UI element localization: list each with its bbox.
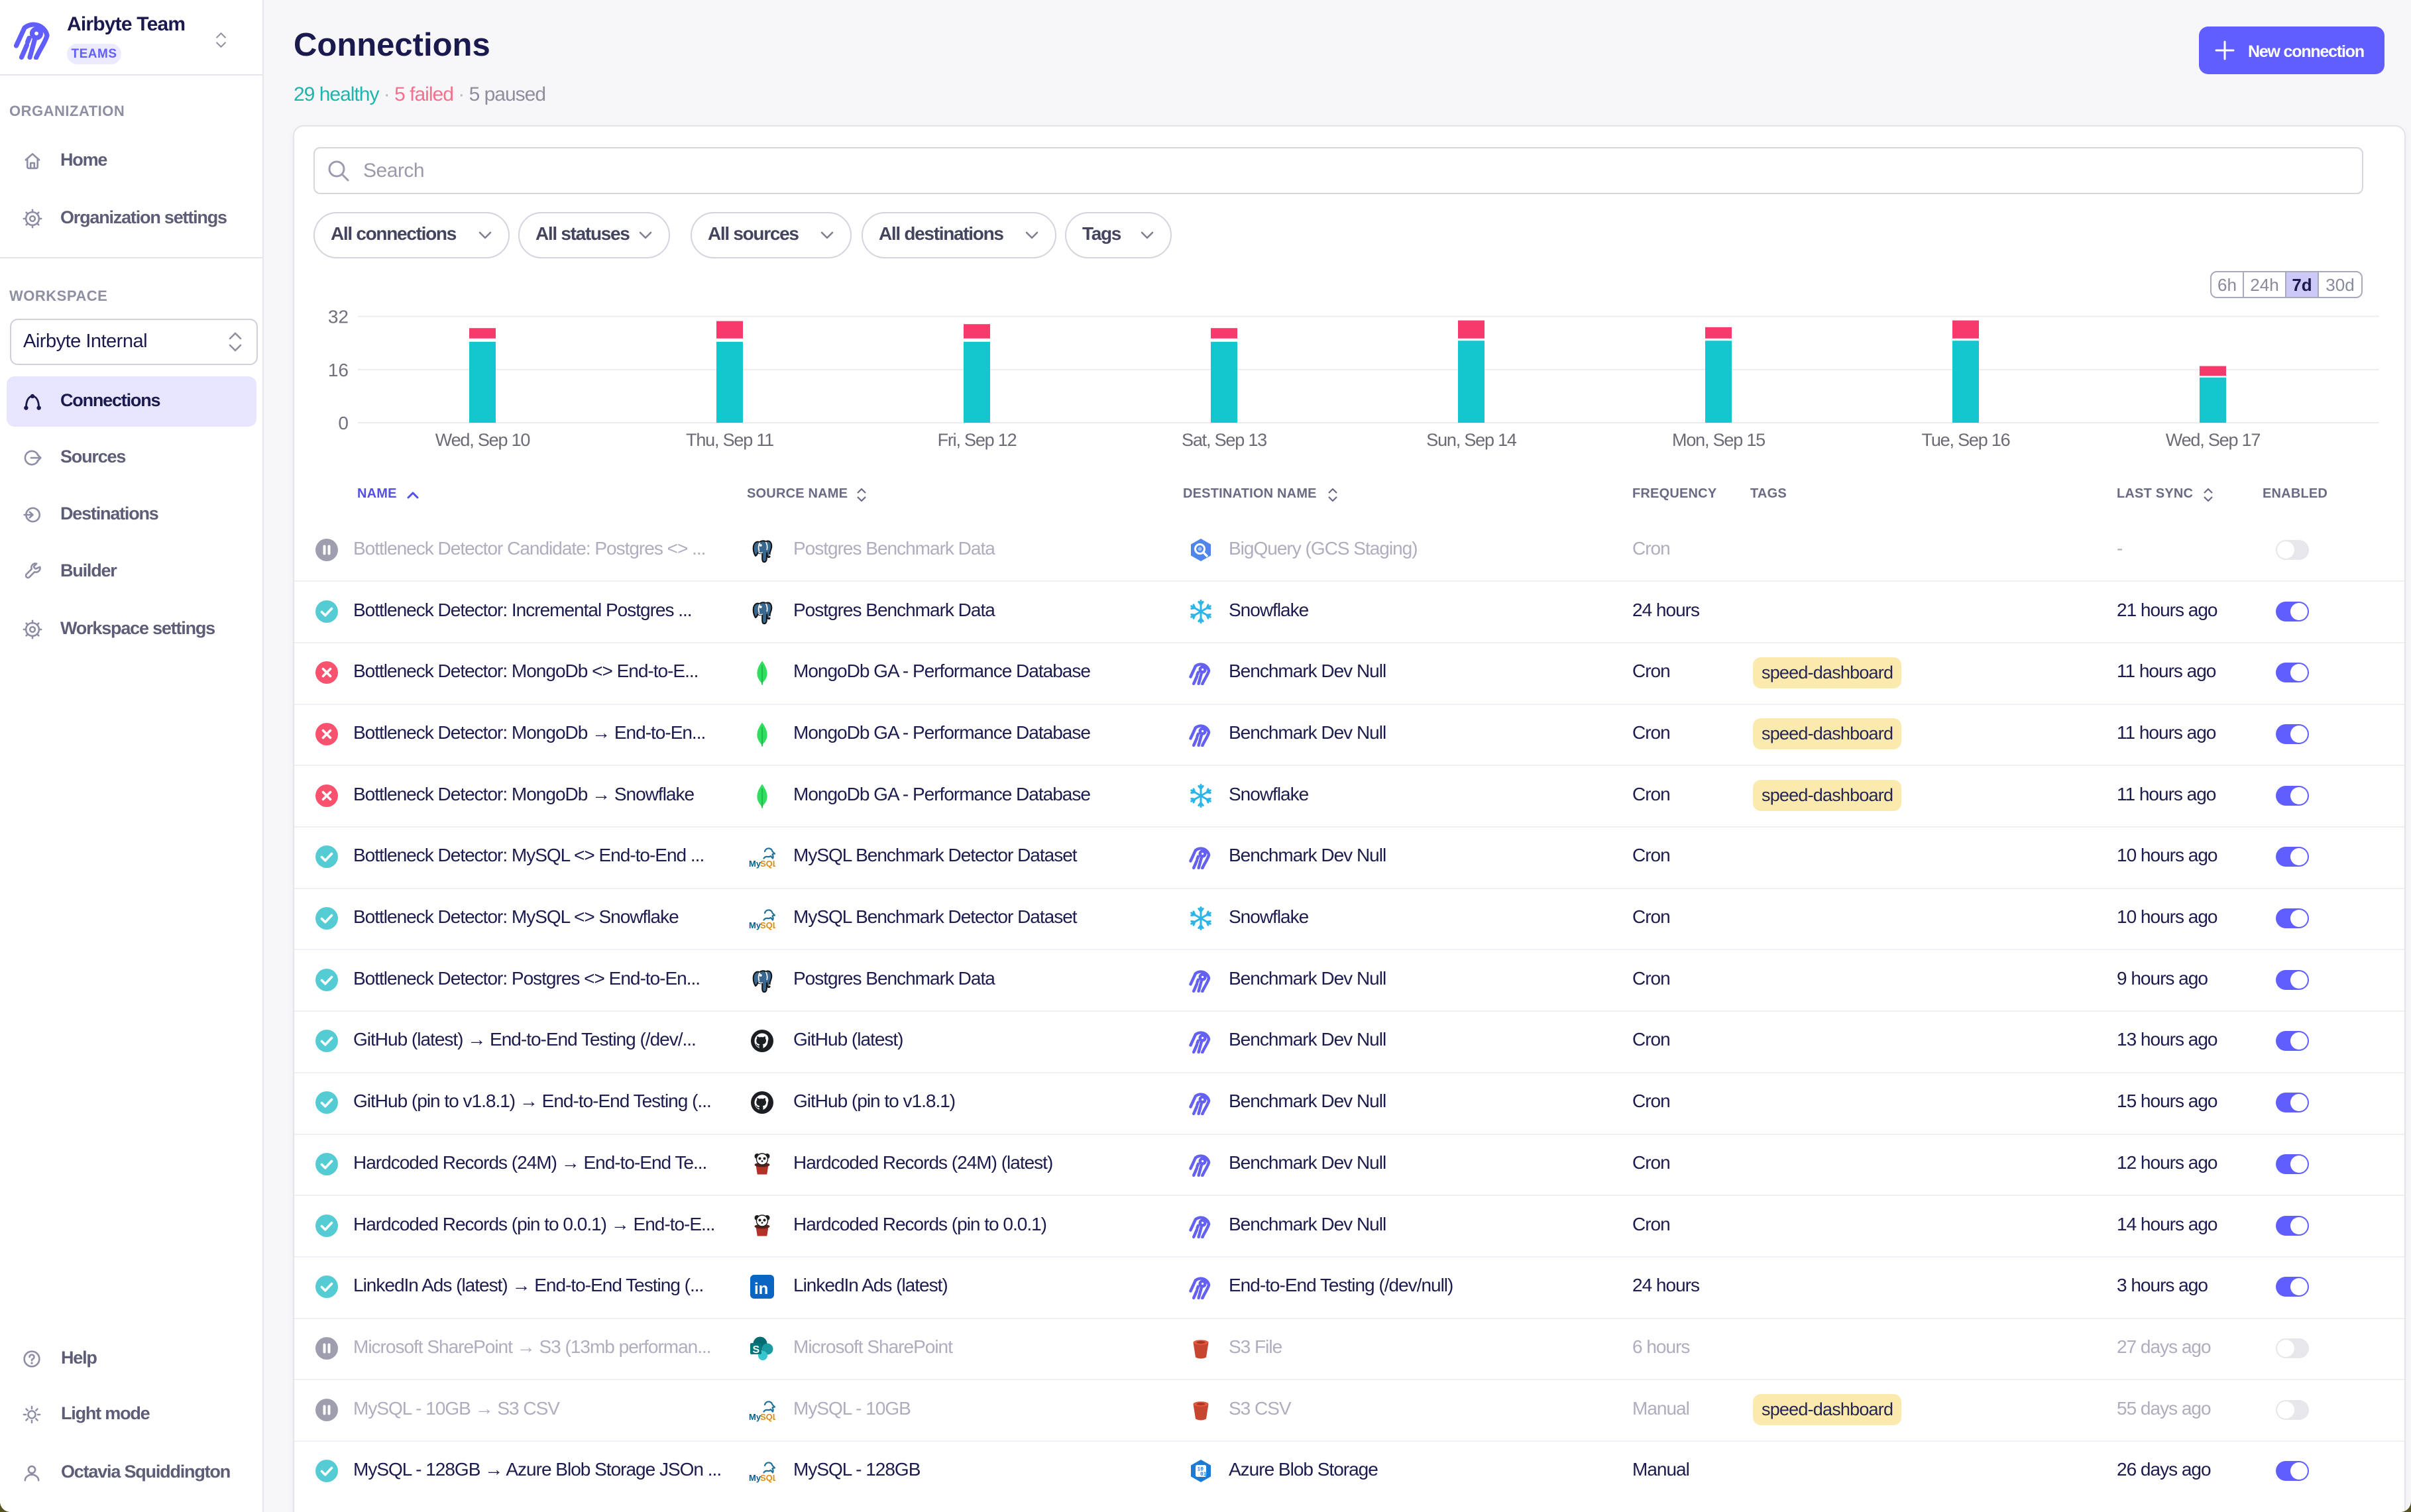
svg-text:0: 0 xyxy=(338,413,349,433)
svg-text:My: My xyxy=(749,859,761,869)
svg-text:Wed, Sep 17: Wed, Sep 17 xyxy=(2166,430,2261,450)
svg-text:in: in xyxy=(754,1280,768,1298)
svg-text:01: 01 xyxy=(1200,1472,1207,1478)
svg-text:Tue, Sep 16: Tue, Sep 16 xyxy=(1922,430,2010,450)
svg-text:SQL: SQL xyxy=(760,1412,775,1422)
svg-text:32: 32 xyxy=(328,307,349,327)
svg-text:My: My xyxy=(749,1473,761,1483)
svg-text:Sat, Sep 13: Sat, Sep 13 xyxy=(1182,430,1266,450)
svg-text:My: My xyxy=(749,920,761,930)
svg-text:16: 16 xyxy=(328,360,349,380)
svg-text:Thu, Sep 11: Thu, Sep 11 xyxy=(686,430,773,450)
svg-text:Mon, Sep 15: Mon, Sep 15 xyxy=(1672,430,1765,450)
svg-text:My: My xyxy=(749,1412,761,1422)
svg-text:SQL: SQL xyxy=(760,920,775,930)
svg-text:Wed, Sep 10: Wed, Sep 10 xyxy=(435,430,530,450)
svg-text:Fri, Sep 12: Fri, Sep 12 xyxy=(938,430,1017,450)
svg-text:SQL: SQL xyxy=(760,1473,775,1483)
svg-text:Sun, Sep 14: Sun, Sep 14 xyxy=(1426,430,1517,450)
svg-text:SQL: SQL xyxy=(760,859,775,869)
svg-text:S: S xyxy=(753,1344,760,1356)
